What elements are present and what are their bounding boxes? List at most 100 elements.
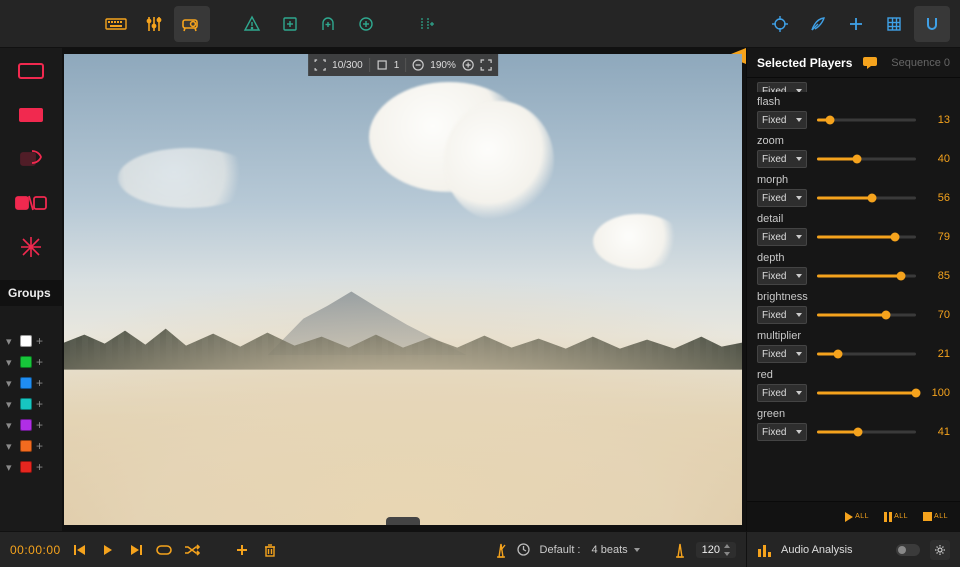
canvas-viewport[interactable]: 10/300 1 190% — [64, 54, 742, 525]
param-slider[interactable] — [817, 425, 916, 439]
rectangle-outline-tool-icon[interactable] — [15, 60, 47, 82]
magnet-icon[interactable] — [914, 6, 950, 42]
group-add-icon[interactable]: + — [36, 419, 43, 431]
feather-icon[interactable] — [800, 6, 836, 42]
param-slider[interactable] — [817, 386, 916, 400]
param-mode-dropdown[interactable]: Fixed — [757, 228, 807, 246]
clock-icon[interactable] — [517, 543, 530, 556]
frame-bounds-icon[interactable] — [314, 59, 326, 71]
audio-toggle[interactable] — [896, 544, 920, 556]
param-zoom: zoomFixed40 — [757, 135, 950, 168]
param-slider[interactable] — [817, 347, 916, 361]
param-slider[interactable] — [817, 308, 916, 322]
group-color-swatch[interactable] — [20, 398, 32, 410]
param-slider[interactable] — [817, 152, 916, 166]
param-mode-dropdown[interactable]: Fixed — [757, 423, 807, 441]
star-align-tool-icon[interactable] — [15, 236, 47, 258]
group-color-swatch[interactable] — [20, 440, 32, 452]
param-slider[interactable] — [817, 230, 916, 244]
add-rectangle-icon[interactable] — [272, 6, 308, 42]
stop-all-button[interactable]: ALL — [922, 511, 948, 522]
keyboard-icon[interactable] — [98, 6, 134, 42]
group-row[interactable]: ▾+ — [0, 416, 62, 434]
group-row[interactable]: ▾+ — [0, 332, 62, 350]
add-arch-icon[interactable] — [310, 6, 346, 42]
group-add-icon[interactable]: + — [36, 398, 43, 410]
sequence-label[interactable]: Sequence 0 — [891, 57, 950, 69]
canvas-drawer-handle[interactable] — [386, 517, 420, 525]
metronome-icon[interactable] — [495, 542, 507, 558]
group-color-swatch[interactable] — [20, 377, 32, 389]
loop-button[interactable] — [155, 541, 173, 559]
crop-icon[interactable] — [376, 59, 388, 71]
param-slider[interactable] — [817, 113, 916, 127]
bars-icon — [757, 543, 771, 557]
param-mode-dropdown[interactable]: Fixed — [757, 150, 807, 168]
triangle-warning-icon[interactable] — [234, 6, 270, 42]
bpm-field[interactable]: 120 — [696, 542, 736, 558]
add-circle-icon[interactable] — [348, 6, 384, 42]
projector-icon[interactable] — [174, 6, 210, 42]
chevron-down-icon[interactable]: ▾ — [6, 335, 16, 348]
metronome2-icon[interactable] — [674, 542, 686, 558]
pause-all-button[interactable]: ALL — [883, 511, 908, 523]
shuffle-button[interactable] — [183, 541, 201, 559]
group-row[interactable]: ▾+ — [0, 395, 62, 413]
next-button[interactable] — [127, 541, 145, 559]
param-mode-dropdown[interactable]: Fixed — [757, 189, 807, 207]
group-add-icon[interactable]: + — [36, 356, 43, 368]
param-mode-dropdown[interactable]: Fixed — [757, 267, 807, 285]
split-tool-icon[interactable] — [15, 192, 47, 214]
group-row[interactable]: ▾+ — [0, 374, 62, 392]
group-color-swatch[interactable] — [20, 461, 32, 473]
grid-icon[interactable] — [876, 6, 912, 42]
param-mode-dropdown[interactable]: Fixed — [757, 82, 807, 92]
group-row[interactable]: ▾+ — [0, 458, 62, 476]
chat-icon[interactable] — [862, 56, 878, 70]
group-add-icon[interactable]: + — [36, 440, 43, 452]
param-slider[interactable] — [817, 191, 916, 205]
param-green: greenFixed41 — [757, 408, 950, 441]
param-slider[interactable] — [817, 269, 916, 283]
prev-button[interactable] — [71, 541, 89, 559]
crosshair-icon[interactable] — [762, 6, 798, 42]
chevron-down-icon[interactable]: ▾ — [6, 377, 16, 390]
fullscreen-icon[interactable] — [480, 59, 492, 71]
group-add-icon[interactable]: + — [36, 377, 43, 389]
add-button[interactable] — [233, 541, 251, 559]
group-color-swatch[interactable] — [20, 335, 32, 347]
mixer-icon[interactable] — [136, 6, 172, 42]
tempo-default-dropdown[interactable]: Default : 4 beats — [540, 544, 640, 556]
rectangle-fill-tool-icon[interactable] — [15, 104, 47, 126]
param-mode-dropdown[interactable]: Fixed — [757, 306, 807, 324]
param-value: 70 — [926, 309, 950, 321]
param-brightness: brightnessFixed70 — [757, 291, 950, 324]
properties-header: Selected Players Sequence 0 — [747, 48, 960, 78]
zoom-in-icon[interactable] — [462, 59, 474, 71]
chevron-down-icon[interactable]: ▾ — [6, 398, 16, 411]
group-add-icon[interactable]: + — [36, 461, 43, 473]
ruler-add-icon[interactable] — [408, 6, 444, 42]
group-color-swatch[interactable] — [20, 356, 32, 368]
group-color-swatch[interactable] — [20, 419, 32, 431]
chevron-down-icon[interactable]: ▾ — [6, 356, 16, 369]
audio-settings-button[interactable] — [930, 540, 950, 560]
chevron-down-icon[interactable]: ▾ — [6, 461, 16, 474]
param-flash: flashFixed13 — [757, 96, 950, 129]
play-all-button[interactable]: ALL — [844, 511, 869, 523]
zoom-out-icon[interactable] — [412, 59, 424, 71]
param-mode-dropdown[interactable]: Fixed — [757, 384, 807, 402]
chevron-down-icon[interactable]: ▾ — [6, 419, 16, 432]
group-row[interactable]: ▾+ — [0, 353, 62, 371]
param-label: green — [757, 408, 950, 420]
param-mode-dropdown[interactable]: Fixed — [757, 111, 807, 129]
param-mode-dropdown[interactable]: Fixed — [757, 345, 807, 363]
plus-icon[interactable] — [838, 6, 874, 42]
mask-tool-icon[interactable] — [15, 148, 47, 170]
play-button[interactable] — [99, 541, 117, 559]
chevron-down-icon[interactable]: ▾ — [6, 440, 16, 453]
delete-button[interactable] — [261, 541, 279, 559]
group-row[interactable]: ▾+ — [0, 437, 62, 455]
group-add-icon[interactable]: + — [36, 335, 43, 347]
properties-title: Selected Players — [757, 56, 852, 70]
